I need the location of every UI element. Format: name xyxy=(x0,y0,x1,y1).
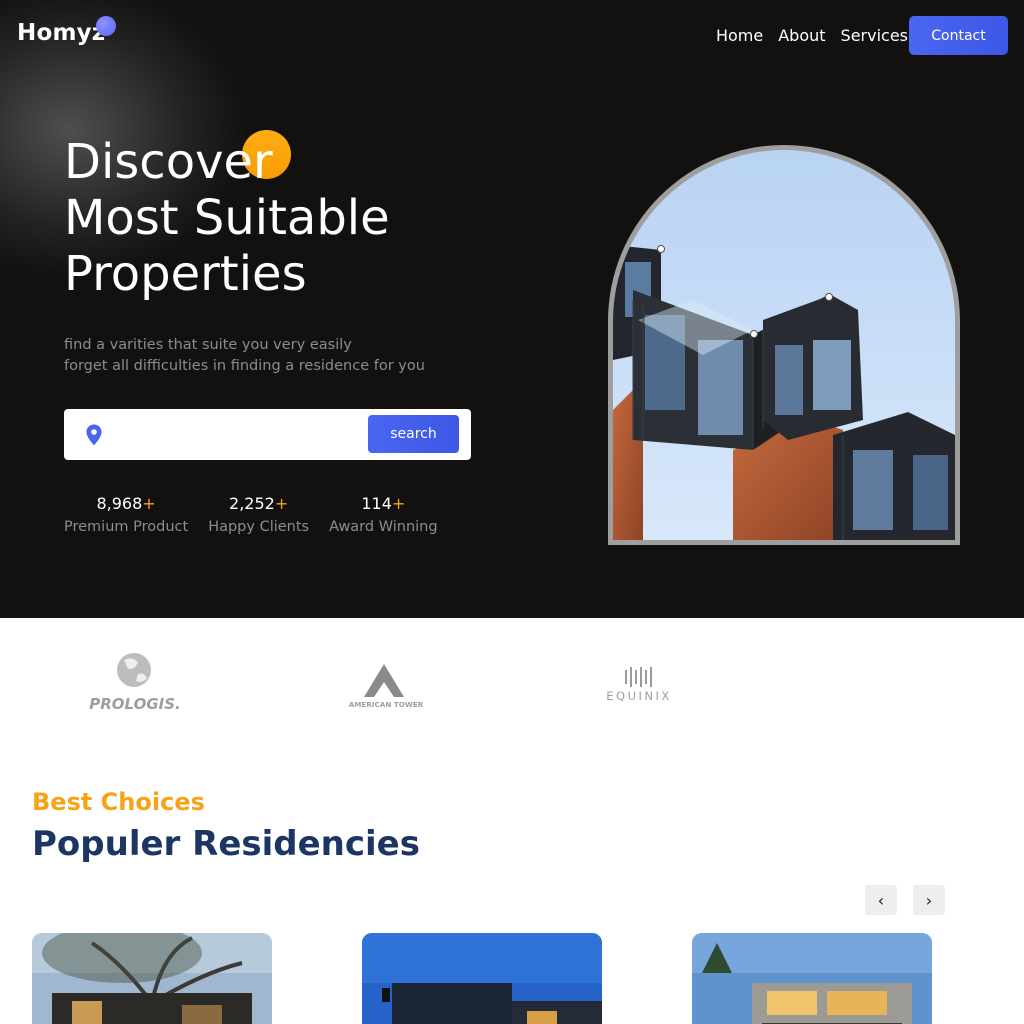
carousel-next-button[interactable]: › xyxy=(913,885,945,915)
main-nav: Home About Services xyxy=(716,26,908,45)
contact-button[interactable]: Contact xyxy=(909,16,1008,55)
stat-label: Premium Product xyxy=(64,519,189,535)
section-title: Populer Residencies xyxy=(32,824,420,864)
location-pin-icon xyxy=(86,424,102,446)
hero-description-line-2: forget all difficulties in finding a res… xyxy=(64,358,425,374)
svg-text:AMERICAN TOWER: AMERICAN TOWER xyxy=(349,700,424,709)
carousel-prev-button[interactable]: ‹ xyxy=(865,885,897,915)
residency-image-1 xyxy=(32,933,272,1024)
residency-image-3 xyxy=(692,933,932,1024)
hero-title-line-2: Most Suitable xyxy=(64,190,390,246)
stat-value: 8,968+ xyxy=(96,494,156,513)
section-eyebrow: Best Choices xyxy=(32,788,205,816)
svg-text:PROLOGIS.: PROLOGIS. xyxy=(89,695,180,713)
stat-value: 2,252+ xyxy=(229,494,289,513)
stats-row: 8,968+ Premium Product 2,252+ Happy Clie… xyxy=(64,494,438,535)
hero-description-line-1: find a varities that suite you very easi… xyxy=(64,337,352,353)
stat-value: 114+ xyxy=(361,494,406,513)
residency-card-1[interactable] xyxy=(32,933,272,1024)
hero-building-image xyxy=(613,150,955,540)
search-button[interactable]: search xyxy=(368,415,459,453)
stat-label: Award Winning xyxy=(329,519,438,535)
residency-card-3[interactable] xyxy=(692,933,932,1024)
hero-title: Discover Most Suitable Properties xyxy=(64,134,390,302)
nav-item-services[interactable]: Services xyxy=(841,26,908,45)
hero-description: find a varities that suite you very easi… xyxy=(64,335,425,377)
hero-title-line-3: Properties xyxy=(64,246,307,302)
residency-card-2[interactable] xyxy=(362,933,602,1024)
stat-happy-clients: 2,252+ Happy Clients xyxy=(208,494,309,535)
hero-title-line-1: Discover xyxy=(64,134,273,190)
stat-label: Happy Clients xyxy=(208,519,310,535)
nav-item-about[interactable]: About xyxy=(778,26,825,45)
svg-text:EQUINIX: EQUINIX xyxy=(606,689,672,703)
residency-image-2 xyxy=(362,933,602,1024)
chevron-left-icon: ‹ xyxy=(877,890,885,910)
prologis-logo: PROLOGIS. xyxy=(89,653,181,713)
equinix-logo: EQUINIX xyxy=(606,667,672,703)
logo[interactable]: Homyz xyxy=(17,20,105,46)
american-tower-logo: AMERICAN TOWER xyxy=(349,664,424,709)
search-bar: search xyxy=(64,409,471,460)
logo-dot-icon xyxy=(96,16,116,36)
hero-section: Homyz Home About Services Contact Discov… xyxy=(0,0,1024,618)
stat-premium-product: 8,968+ Premium Product xyxy=(64,494,188,535)
chevron-right-icon: › xyxy=(925,890,933,910)
stat-award-winning: 114+ Award Winning xyxy=(329,494,437,535)
nav-item-home[interactable]: Home xyxy=(716,26,763,45)
